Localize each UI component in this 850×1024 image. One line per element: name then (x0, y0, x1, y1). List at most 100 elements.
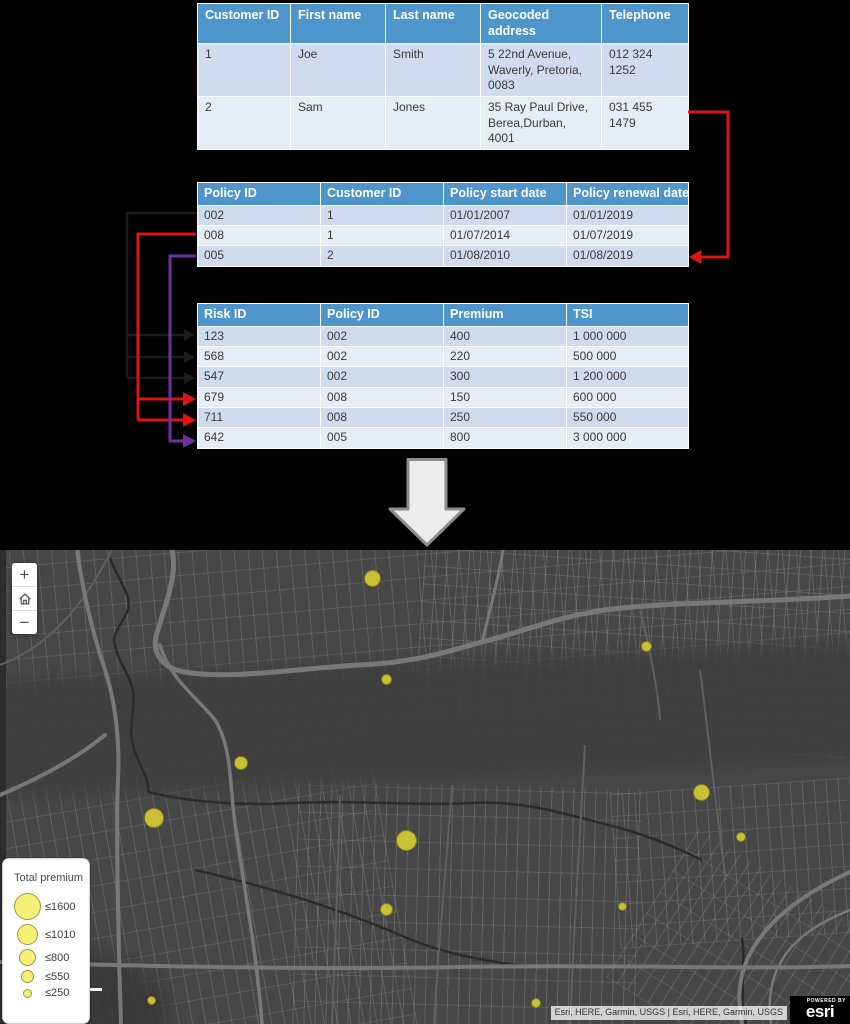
premium-bubble[interactable] (693, 784, 710, 801)
premium-bubble[interactable] (641, 641, 652, 652)
table-cell: 01/08/2010 (444, 246, 567, 266)
table-row: 002101/01/200701/01/2019 (198, 205, 689, 225)
table-cell: 005 (321, 428, 444, 448)
premium-bubble[interactable] (531, 998, 541, 1008)
legend-circle (23, 989, 32, 998)
zoom-out-button[interactable]: − (12, 611, 37, 634)
legend-circle-box (11, 949, 43, 966)
roads-layer (0, 550, 850, 1024)
table-cell: 300 (444, 367, 567, 387)
column-header: Policy ID (198, 183, 321, 206)
table-cell: 002 (198, 205, 321, 225)
table-cell: 642 (198, 428, 321, 448)
premium-bubble[interactable] (364, 570, 381, 587)
page: { "colors": { "table_header_bg": "#4d95c… (0, 0, 850, 1024)
table-cell: 01/07/2014 (444, 225, 567, 245)
legend-label: ≤250 (45, 987, 69, 999)
table-cell: 800 (444, 428, 567, 448)
legend-circle-box (11, 989, 43, 998)
map-attribution: Esri, HERE, Garmin, USGS | Esri, HERE, G… (551, 1006, 787, 1020)
table-cell: 005 (198, 246, 321, 266)
map-canvas[interactable]: Total premium ≤1600 ≤1010 ≤800 ≤550 ≤250 + −… (0, 550, 850, 1024)
zoom-widget: + − (12, 563, 37, 634)
legend-item: ≤1600 (11, 893, 89, 920)
premium-bubble[interactable] (380, 903, 393, 916)
legend-circle (14, 893, 41, 920)
column-header: Risk ID (198, 304, 321, 327)
table-cell: 679 (198, 387, 321, 407)
table-row: 1JoeSmith5 22nd Avenue, Waverly, Pretori… (198, 44, 689, 97)
table-cell: 1 200 000 (567, 367, 689, 387)
table-cell: Smith (386, 44, 481, 97)
table-cell: 550 000 (567, 408, 689, 428)
table-cell: 008 (321, 387, 444, 407)
legend-title: Total premium (14, 872, 89, 884)
table-cell: 012 324 1252 (602, 44, 689, 97)
legend-item: ≤800 (11, 949, 89, 966)
premium-bubble[interactable] (234, 756, 248, 770)
premium-bubble[interactable] (144, 808, 164, 828)
legend-label: ≤1600 (45, 901, 76, 913)
table-cell: 002 (321, 367, 444, 387)
column-header: Policy start date (444, 183, 567, 206)
table-row: 005201/08/201001/08/2019 (198, 246, 689, 266)
table-cell: 002 (321, 326, 444, 346)
esri-wordmark: esri (806, 1003, 834, 1020)
legend-label: ≤1010 (45, 929, 76, 941)
table-row: 711008250550 000 (198, 408, 689, 428)
table-cell: 01/07/2019 (567, 225, 689, 245)
legend-circle (17, 924, 38, 945)
river-lines (110, 558, 746, 1024)
legend-item: ≤550 (11, 970, 89, 983)
home-icon (17, 591, 33, 607)
premium-bubble[interactable] (618, 902, 627, 911)
table-row: 679008150600 000 (198, 387, 689, 407)
table-row: 568002220500 000 (198, 346, 689, 366)
table-cell: 500 000 (567, 346, 689, 366)
premium-bubble[interactable] (147, 996, 156, 1005)
purple-connector-policy-risk (170, 256, 196, 448)
column-header: Telephone (602, 4, 689, 44)
legend-circle-box (11, 970, 43, 983)
table-cell: 01/08/2019 (567, 246, 689, 266)
table-cell: 35 Ray Paul Drive, Berea,Durban, 4001 (481, 97, 602, 150)
legend-items: ≤1600 ≤1010 ≤800 ≤550 ≤250 (3, 893, 89, 999)
table-cell: 008 (321, 408, 444, 428)
minor-roads (0, 550, 726, 1024)
major-roads (0, 550, 850, 1024)
table-cell: 600 000 (567, 387, 689, 407)
legend-label: ≤800 (45, 952, 69, 964)
table-cell: 2 (198, 97, 291, 150)
risk-table: Risk IDPolicy IDPremiumTSI 1230024001 00… (197, 303, 689, 449)
table-cell: 031 455 1479 (602, 97, 689, 150)
policy-table-header-row: Policy IDCustomer IDPolicy start datePol… (198, 183, 689, 206)
legend-panel: Total premium ≤1600 ≤1010 ≤800 ≤550 ≤250 (2, 858, 90, 1024)
table-cell: 002 (321, 346, 444, 366)
table-cell: 123 (198, 326, 321, 346)
table-cell: 01/01/2007 (444, 205, 567, 225)
column-header: Premium (444, 304, 567, 327)
legend-circle-box (11, 924, 43, 945)
legend-item: ≤250 (11, 987, 89, 999)
table-cell: 1 (321, 205, 444, 225)
premium-bubble[interactable] (736, 832, 746, 842)
zoom-in-button[interactable]: + (12, 563, 37, 586)
table-row: 2SamJones35 Ray Paul Drive, Berea,Durban… (198, 97, 689, 150)
table-cell: 2 (321, 246, 444, 266)
column-header: TSI (567, 304, 689, 327)
premium-bubble[interactable] (396, 830, 417, 851)
down-arrow (388, 458, 466, 547)
premium-bubble[interactable] (381, 674, 392, 685)
red-connector-customer-policy (688, 112, 728, 264)
table-cell: 008 (198, 225, 321, 245)
table-cell: 568 (198, 346, 321, 366)
table-row: 6420058003 000 000 (198, 428, 689, 448)
esri-logo[interactable]: POWERED BY esri (790, 996, 850, 1024)
legend-label: ≤550 (45, 971, 69, 983)
table-cell: 1 000 000 (567, 326, 689, 346)
table-cell: Sam (291, 97, 386, 150)
table-cell: Joe (291, 44, 386, 97)
table-cell: 547 (198, 367, 321, 387)
column-header: Policy ID (321, 304, 444, 327)
home-button[interactable] (12, 587, 37, 610)
